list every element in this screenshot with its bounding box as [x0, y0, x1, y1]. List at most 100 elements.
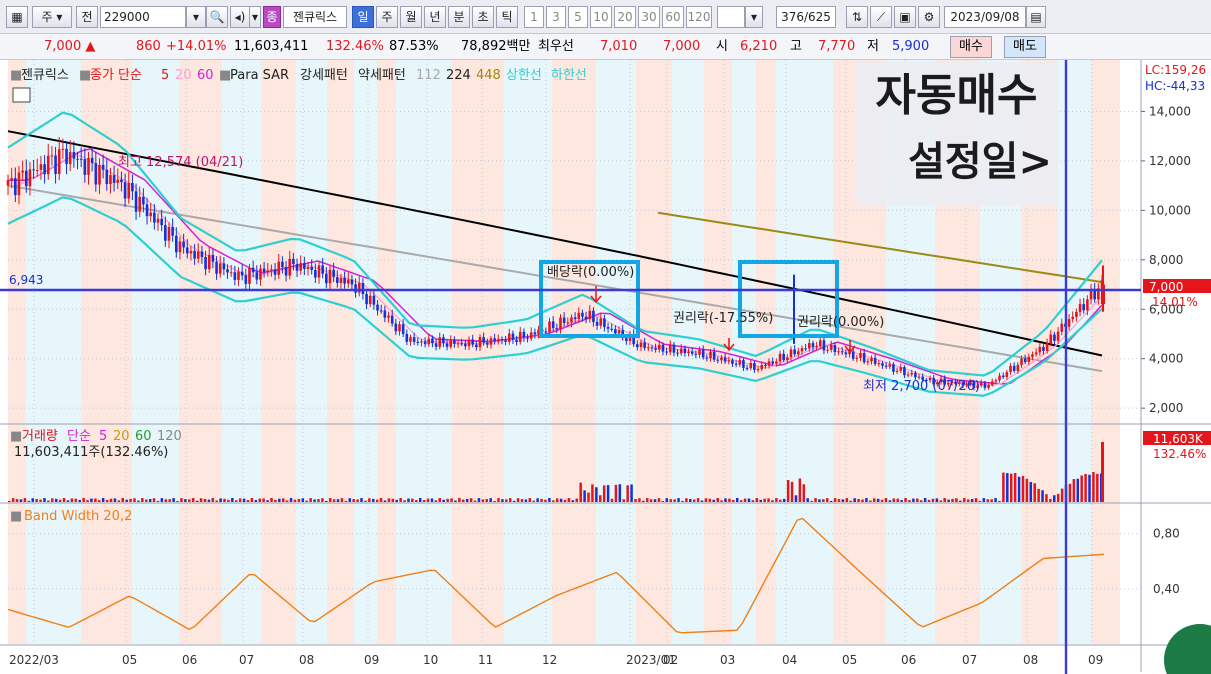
candle-body [826, 349, 829, 351]
period-tab[interactable]: 월 [400, 6, 422, 28]
volume-bar [896, 498, 899, 502]
interval-tab[interactable]: 3 [546, 6, 566, 28]
candle-body [167, 227, 171, 241]
volume-bar [532, 500, 535, 502]
market-select[interactable]: 주 ▾ [32, 6, 72, 28]
low-annotation: 최저 2,700 (07/26) [863, 379, 980, 394]
y-tick-label: 8,000 [1149, 253, 1183, 267]
candle-body [218, 263, 222, 274]
period-tab[interactable]: 초 [472, 6, 494, 28]
volume-bar [1017, 476, 1021, 502]
volume-bar [571, 500, 575, 502]
table-icon[interactable] [12, 87, 31, 103]
buy-button[interactable]: 매수 [950, 36, 992, 58]
period-tab[interactable]: 분 [448, 6, 470, 28]
interval-tab[interactable]: 10 [590, 6, 612, 28]
volume-bar [548, 498, 551, 502]
interval-tab[interactable]: 1 [524, 6, 544, 28]
volume-bar [313, 499, 316, 502]
volume-last-tag: 11,603K [1153, 432, 1204, 446]
volume-bar [368, 498, 371, 502]
code-dropdown-icon[interactable]: ▾ [186, 6, 206, 28]
candle-body [906, 374, 910, 376]
trend-icon[interactable]: ⟋ [870, 6, 892, 28]
y-tick-label: 4,000 [1149, 352, 1183, 366]
volume-bar [1084, 473, 1087, 502]
interval-tab[interactable]: 5 [568, 6, 588, 28]
volume-bar [418, 498, 422, 502]
layout-icon[interactable]: ▦ [6, 6, 28, 28]
regime-band [552, 60, 596, 644]
search-icon[interactable]: 🔍 [206, 6, 228, 28]
volume-bar [829, 500, 833, 502]
candle-body [303, 263, 306, 270]
custom-interval-input[interactable] [717, 6, 745, 28]
candle-body [1071, 316, 1075, 320]
x-tick-label: 03 [720, 653, 735, 667]
candle-body [1001, 375, 1005, 378]
period-tab[interactable]: 주 [376, 6, 398, 28]
volume-bar [109, 498, 113, 502]
volume-bar [207, 499, 211, 502]
candle-body [310, 266, 313, 271]
band-width-legend-icon: ■ [10, 509, 22, 524]
candle-body [767, 361, 771, 366]
volume-bar [129, 498, 132, 502]
volume-ratio: 132.46% [326, 39, 384, 54]
view-toggle[interactable]: 전 [76, 6, 98, 28]
high-annotation: 최고 12,574 (04/21) [118, 155, 243, 170]
candle-body [116, 179, 120, 183]
volume-legend-item: 5 [99, 429, 107, 444]
candle-body [489, 338, 493, 345]
candle-body [17, 172, 21, 196]
period-tab[interactable]: 일 [352, 6, 374, 28]
volume-bar [1041, 490, 1044, 502]
interval-tab[interactable]: 20 [614, 6, 636, 28]
volume-bar [332, 499, 336, 502]
candle-body [343, 277, 346, 284]
interval-tab[interactable]: 60 [662, 6, 684, 28]
volume-bar [645, 498, 649, 502]
volume-bar [939, 500, 943, 502]
candle-body [475, 344, 478, 348]
interval-tab[interactable]: 30 [638, 6, 660, 28]
candle-body [742, 360, 745, 368]
x-tick-label: 09 [364, 653, 379, 667]
volume-bar [434, 500, 438, 502]
period-tab[interactable]: 년 [424, 6, 446, 28]
price-legend-item: 상한선 [506, 68, 542, 83]
period-tab[interactable]: 틱 [496, 6, 518, 28]
save-icon[interactable]: ▣ [894, 6, 916, 28]
open-value: 6,210 [740, 39, 778, 54]
date-input[interactable]: 2023/09/08 [944, 6, 1026, 28]
volume-bar [724, 498, 727, 502]
calendar-icon[interactable]: ▤ [1026, 6, 1046, 28]
code-input[interactable]: 229000 [100, 6, 186, 28]
best-bid: 7,000 [663, 39, 701, 54]
candle-body [185, 247, 189, 254]
volume-bar [524, 499, 528, 502]
candle-body [164, 225, 167, 241]
candle-body [998, 375, 1001, 381]
sell-button[interactable]: 매도 [1004, 36, 1046, 58]
candle-body [581, 312, 584, 317]
volume-bar [473, 500, 477, 502]
candle-body [259, 268, 262, 280]
volume-bar [203, 498, 207, 502]
quote-bar: 7,000 ▲ 860 +14.01% 11,603,411 132.46% 8… [0, 34, 1211, 60]
interval-tab[interactable]: 120 [686, 6, 712, 28]
candle-body [833, 345, 837, 353]
dividend-annotation: 배당락(0.00%) [547, 265, 634, 280]
candle-body [365, 293, 368, 305]
compare-icon[interactable]: ⇅ [846, 6, 868, 28]
gear-icon[interactable]: ⚙ [918, 6, 940, 28]
volume-bar [865, 498, 868, 502]
candle-body [1082, 304, 1086, 311]
candle-body [405, 333, 409, 342]
sound-icon[interactable]: ◂) [230, 6, 250, 28]
volume-bar [540, 498, 543, 502]
sound-dropdown-icon[interactable]: ▾ [249, 6, 261, 28]
x-tick-label: 04 [782, 653, 797, 667]
interval-dropdown-icon[interactable]: ▾ [745, 6, 763, 28]
volume-bar [344, 500, 348, 502]
